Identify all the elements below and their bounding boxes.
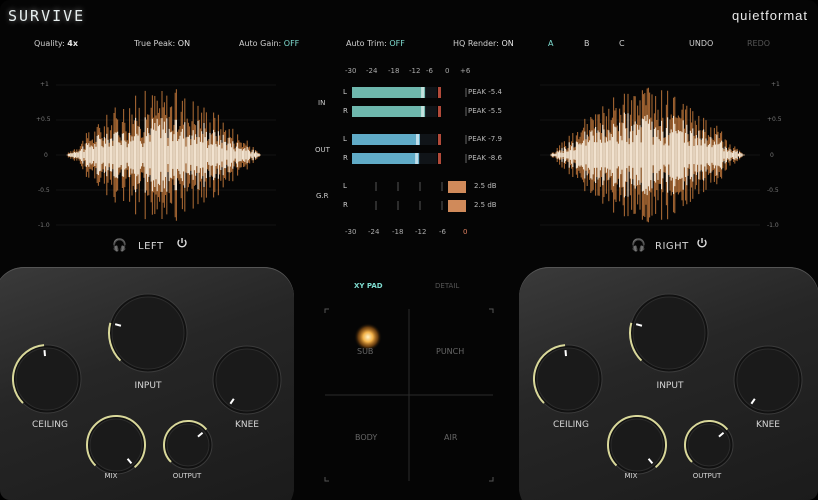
out-l-label: L: [343, 135, 347, 143]
auto-trim-label: Auto Trim:: [346, 39, 387, 48]
quality-value: 4x: [67, 39, 78, 48]
xy-air-label: AIR: [444, 433, 458, 442]
in-r-peak: PEAK -5.5: [468, 107, 502, 115]
gr-l-label: L: [343, 182, 347, 190]
meter-bottom-tick: -18: [392, 228, 404, 236]
right-channel-label: RIGHT: [655, 241, 689, 252]
meter-tick: -24: [366, 67, 378, 75]
preset-c-button[interactable]: C: [619, 39, 625, 48]
right-ceiling-label: CEILING: [553, 420, 589, 430]
in-r-label: R: [343, 107, 348, 115]
tab-detail[interactable]: DETAIL: [435, 282, 459, 290]
headphones-icon[interactable]: 🎧: [631, 238, 646, 252]
left-mix-label: MIX: [104, 472, 118, 480]
left-power-icon[interactable]: [176, 237, 188, 249]
brand-logo: quietformat: [731, 8, 808, 23]
out-r-label: R: [343, 154, 348, 162]
in-label: IN: [318, 99, 326, 107]
left-scale-m1: -1.0: [38, 222, 50, 229]
right-mix-label: MIX: [624, 472, 638, 480]
plugin-window: SURVIVE quietformat Quality: 4x True Pea…: [0, 0, 818, 500]
right-knee-label: KNEE: [755, 420, 780, 430]
xy-punch-label: PUNCH: [436, 347, 465, 356]
right-scale-p05: +0.5: [767, 116, 782, 123]
tab-xy-pad[interactable]: XY PAD: [354, 282, 383, 290]
out-label: OUT: [315, 146, 330, 154]
left-input-label: INPUT: [134, 381, 162, 391]
xy-body-label: BODY: [355, 433, 378, 442]
preset-a-button[interactable]: A: [548, 39, 553, 48]
hq-render-label: HQ Render:: [453, 39, 499, 48]
auto-gain-toggle[interactable]: Auto Gain: OFF: [239, 39, 299, 48]
left-channel-label: LEFT: [138, 241, 164, 252]
auto-trim-toggle[interactable]: Auto Trim: OFF: [346, 39, 405, 48]
level-meters: [352, 87, 467, 212]
meter-tick: -12: [409, 67, 421, 75]
left-ceiling-label: CEILING: [32, 420, 68, 430]
redo-button[interactable]: REDO: [747, 39, 770, 48]
right-power-icon[interactable]: [696, 237, 708, 249]
left-scale-0: 0: [44, 152, 48, 159]
left-scale-m05: -0.5: [38, 187, 50, 194]
right-output-label: OUTPUT: [692, 472, 722, 480]
left-waveform: [56, 84, 276, 226]
meter-bottom-tick: -24: [368, 228, 380, 236]
gr-l-value: 2.5 dB: [474, 182, 497, 190]
gr-label: G.R: [316, 192, 329, 200]
gr-r-value: 2.5 dB: [474, 201, 497, 209]
true-peak-toggle[interactable]: True Peak: ON: [134, 39, 190, 48]
right-input-label: INPUT: [656, 381, 684, 391]
right-scale-m05: -0.5: [767, 187, 779, 194]
left-scale-p1: +1: [40, 81, 49, 88]
meter-tick: -30: [345, 67, 357, 75]
auto-gain-label: Auto Gain:: [239, 39, 282, 48]
in-l-label: L: [343, 88, 347, 96]
right-scale-m1: -1.0: [767, 222, 779, 229]
xy-pad[interactable]: [323, 307, 495, 483]
true-peak-value: ON: [177, 39, 191, 48]
xy-sub-label: SUB: [357, 347, 374, 356]
right-scale-p1: +1: [771, 81, 780, 88]
meter-tick: -6: [426, 67, 433, 75]
meter-tick: 0: [445, 67, 450, 75]
right-scale-0: 0: [770, 152, 774, 159]
right-waveform: [540, 84, 760, 226]
gr-r-label: R: [343, 201, 348, 209]
meter-bottom-tick: -12: [415, 228, 427, 236]
meter-bottom-tick: -6: [439, 228, 446, 236]
auto-trim-value: OFF: [389, 39, 405, 48]
left-scale-p05: +0.5: [36, 116, 51, 123]
auto-gain-value: OFF: [283, 39, 300, 48]
headphones-icon[interactable]: 🎧: [112, 238, 127, 252]
left-knee-label: KNEE: [234, 420, 259, 430]
meter-bottom-tick: -30: [345, 228, 357, 236]
hq-render-value: ON: [501, 39, 514, 48]
hq-render-toggle[interactable]: HQ Render: ON: [453, 39, 514, 48]
quality-setting[interactable]: Quality: 4x: [34, 39, 78, 48]
meter-tick: -18: [388, 67, 400, 75]
meter-tick: +6: [460, 67, 471, 75]
out-r-peak: PEAK -8.6: [468, 154, 502, 162]
meter-bottom-tick: 0: [463, 228, 468, 236]
left-output-label: OUTPUT: [172, 472, 202, 480]
quality-label: Quality:: [34, 39, 65, 48]
undo-button[interactable]: UNDO: [689, 39, 713, 48]
in-l-peak: PEAK -5.4: [468, 88, 502, 96]
preset-b-button[interactable]: B: [584, 39, 590, 48]
out-l-peak: PEAK -7.9: [468, 135, 502, 143]
true-peak-label: True Peak:: [134, 39, 176, 48]
app-title: SURVIVE: [8, 7, 86, 25]
